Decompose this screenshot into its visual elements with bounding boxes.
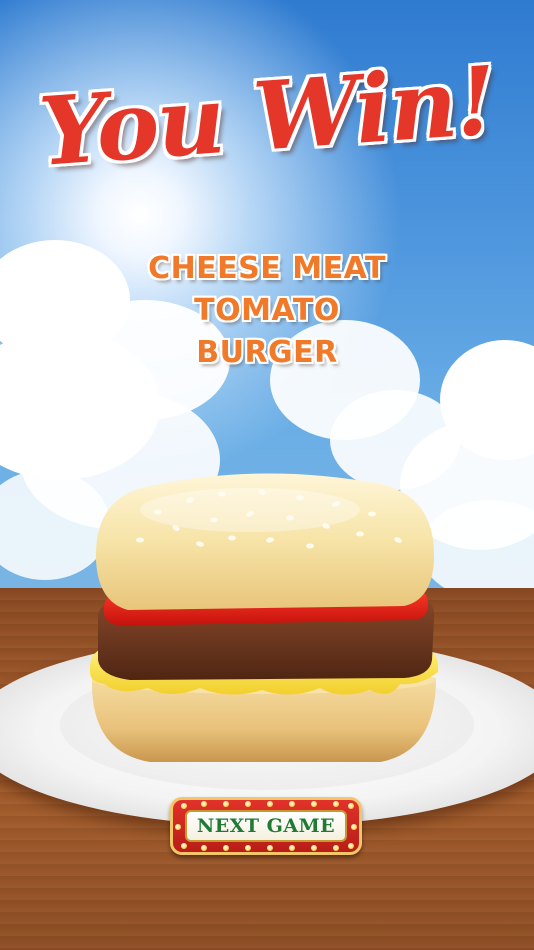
marquee-bulb: [175, 824, 181, 830]
top-bun: [95, 473, 435, 610]
burger-name: CHEESE MEAT TOMATO BURGER: [0, 248, 534, 374]
burger-name-line: TOMATO: [194, 293, 340, 328]
marquee-bulb: [223, 801, 229, 807]
marquee-bulb: [223, 845, 229, 851]
next-game-button-label: NEXT GAME: [196, 815, 336, 837]
game-scene: You Win! CHEESE MEAT TOMATO BURGER NEXT …: [0, 0, 534, 950]
marquee-bulb: [348, 803, 354, 809]
next-game-button-face[interactable]: NEXT GAME: [185, 810, 347, 842]
marquee-bulb: [311, 801, 317, 807]
burger-name-line: CHEESE MEAT: [148, 251, 386, 286]
marquee-bulb: [245, 801, 251, 807]
next-game-button[interactable]: NEXT GAME: [170, 797, 362, 855]
marquee-bulb: [348, 843, 354, 849]
marquee-bulb: [181, 803, 187, 809]
marquee-bulb: [267, 801, 273, 807]
marquee-bulb: [245, 845, 251, 851]
marquee-bulb: [201, 801, 207, 807]
marquee-bulb: [289, 845, 295, 851]
marquee-bulb: [333, 801, 339, 807]
marquee-bulb: [351, 824, 357, 830]
burger-name-line: BURGER: [196, 335, 338, 370]
marquee-bulb: [267, 845, 273, 851]
marquee-bulb: [201, 845, 207, 851]
marquee-bulb: [333, 845, 339, 851]
marquee-bulb: [311, 845, 317, 851]
marquee-bulb: [181, 843, 187, 849]
marquee-bulb: [289, 801, 295, 807]
